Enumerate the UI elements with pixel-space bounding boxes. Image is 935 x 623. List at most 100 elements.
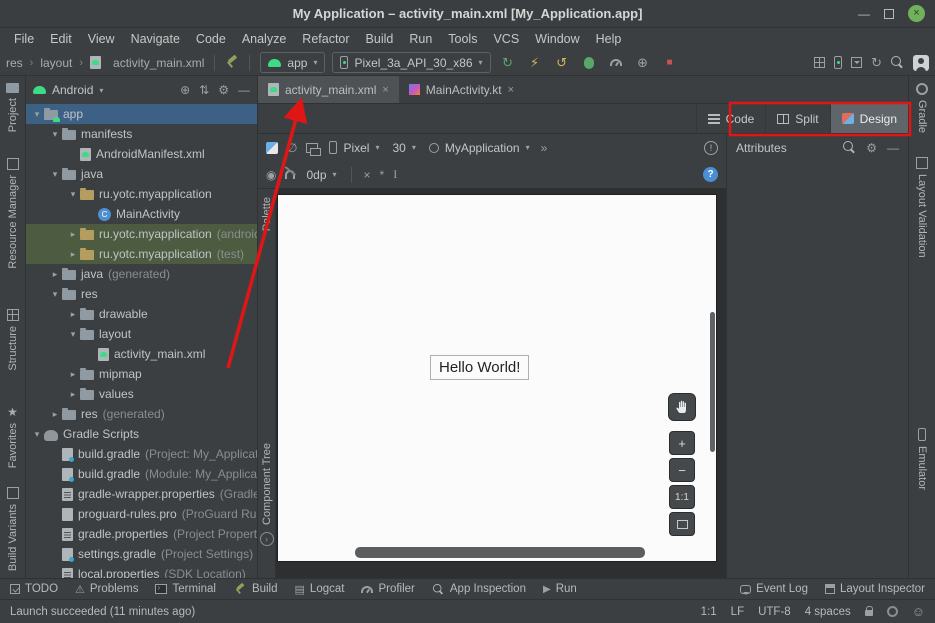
toolwindow-terminal[interactable]: Terminal [155,583,215,595]
toolwindow-run[interactable]: ▶ Run [543,583,577,595]
chevron-collapsed-icon[interactable]: ▸ [66,369,80,380]
tree-item-activity-main-xml[interactable]: activity_main.xml [26,344,257,364]
tree-item-build-gradle-project[interactable]: build.gradle (Project: My_Application) [26,444,257,464]
infer-constraints-icon[interactable]: * [380,168,385,182]
line-separator[interactable]: LF [731,606,744,618]
palette-label[interactable]: Palette [261,197,273,231]
gear-icon[interactable]: ⚙ [218,83,229,97]
build-hammer-icon[interactable] [225,56,239,69]
run-configuration-dropdown[interactable]: app ▾ [260,52,325,73]
chevron-collapsed-icon[interactable]: ▸ [66,249,80,260]
menu-help[interactable]: Help [588,30,630,48]
apply-code-changes-button[interactable]: ↺ [552,53,572,73]
tree-item-proguard-rules[interactable]: proguard-rules.pro (ProGuard Rules for M… [26,504,257,524]
chevron-collapsed-icon[interactable]: ▸ [66,309,80,320]
tab-activity-main-xml[interactable]: activity_main.xml × [258,76,399,103]
theme-dropdown[interactable]: MyApplication ▾ [427,137,532,158]
tree-item-local-properties[interactable]: local.properties (SDK Location) [26,564,257,578]
menu-build[interactable]: Build [358,30,402,48]
apply-changes-button[interactable]: ⚡ [525,53,545,73]
toolwindow-problems[interactable]: ⚠ Problems [75,583,138,596]
menu-vcs[interactable]: VCS [485,30,527,48]
clear-constraints-icon[interactable]: × [364,168,371,182]
chevron-collapsed-icon[interactable]: ▸ [66,389,80,400]
device-manager-icon[interactable] [834,56,842,69]
sdk-manager-icon[interactable] [851,57,862,68]
readonly-lock-icon[interactable] [865,610,873,616]
api-level-dropdown[interactable]: 30 ▾ [390,137,417,158]
chevron-expanded-icon[interactable]: ▾ [48,129,62,140]
zoom-out-button[interactable]: − [669,458,695,482]
help-icon[interactable]: ? [703,167,718,182]
toolwindow-profiler[interactable]: Profiler [361,583,414,595]
tree-item-gradle-wrapper-properties[interactable]: gradle-wrapper.properties (Gradle Versio… [26,484,257,504]
window-grid-icon[interactable] [814,57,825,68]
toolwindow-event-log[interactable]: Event Log [740,583,808,595]
profile-button[interactable] [606,53,626,73]
close-button[interactable]: × [908,5,925,22]
menu-analyze[interactable]: Analyze [234,30,294,48]
sync-project-icon[interactable]: ↻ [871,53,882,73]
tab-mainactivity-kt[interactable]: MainActivity.kt × [399,76,524,103]
tree-item-res-generated[interactable]: ▸ res (generated) [26,404,257,424]
tool-button-layout-validation[interactable]: Layout Validation [916,152,928,263]
mode-design-button[interactable]: Design [830,104,908,133]
tool-button-structure[interactable]: Structure [7,304,19,376]
tree-item-java[interactable]: ▾ java [26,164,257,184]
tree-item-layout[interactable]: ▾ layout [26,324,257,344]
canvas-vertical-scrollbar[interactable] [710,312,715,452]
tool-button-gradle[interactable]: Gradle [916,78,928,138]
device-dropdown[interactable]: Pixel_3a_API_30_x86 ▾ [332,52,490,73]
chevron-expanded-icon[interactable]: ▾ [48,169,62,180]
breadcrumb-res[interactable]: res [6,56,23,70]
toolwindow-layout-inspector[interactable]: Layout Inspector [825,583,925,595]
orientation-icon[interactable] [306,143,318,153]
tool-button-project[interactable]: Project [6,78,19,137]
canvas-horizontal-scrollbar[interactable] [355,547,645,558]
pan-hand-button[interactable] [668,393,696,421]
search-icon[interactable] [843,141,856,154]
chevron-expanded-icon[interactable]: ▾ [30,429,44,440]
stop-button[interactable]: ■ [660,53,680,73]
tree-item-package-androidtest[interactable]: ▸ ru.yotc.myapplication (androidTest) [26,224,257,244]
chevron-collapsed-icon[interactable]: ▸ [66,229,80,240]
tool-button-resource-manager[interactable]: Resource Manager [7,153,19,274]
menu-navigate[interactable]: Navigate [123,30,188,48]
mode-split-button[interactable]: Split [765,104,829,133]
toolwindow-build[interactable]: Build [233,583,278,596]
indent-setting[interactable]: 4 spaces [805,606,851,618]
zoom-reset-button[interactable]: 1:1 [669,485,695,509]
expand-collapse-icon[interactable]: ⇅ [199,83,209,97]
pack-icon[interactable]: I [393,167,397,182]
issue-count-icon[interactable]: ! [704,141,718,155]
chevron-collapsed-icon[interactable]: ▸ [48,269,62,280]
tree-item-package-main[interactable]: ▾ ru.yotc.myapplication [26,184,257,204]
gear-icon[interactable]: ⚙ [866,141,877,155]
hide-panel-icon[interactable]: — [238,83,250,97]
chevron-expanded-icon[interactable]: ▾ [66,189,80,200]
minimize-button[interactable]: — [858,7,870,21]
rerun-button[interactable]: ↻ [498,53,518,73]
chevron-expanded-icon[interactable]: ▾ [48,289,62,300]
zoom-in-button[interactable]: + [669,431,695,455]
menu-file[interactable]: File [6,30,42,48]
menu-tools[interactable]: Tools [440,30,485,48]
close-tab-icon[interactable]: × [508,84,514,96]
locate-file-icon[interactable]: ⊕ [180,83,190,97]
tool-button-favorites[interactable]: ★ Favorites [7,401,19,473]
hide-panel-icon[interactable]: — [887,141,899,155]
tool-button-emulator[interactable]: Emulator [916,423,928,495]
ide-status-smiley-icon[interactable]: ☺ [912,604,925,619]
view-options-eye-icon[interactable]: ◉ [266,168,276,182]
tree-item-java-generated[interactable]: ▸ java (generated) [26,264,257,284]
toolwindow-todo[interactable]: TODO [10,583,58,595]
component-tree-label[interactable]: Component Tree [261,443,273,525]
toolwindow-logcat[interactable]: ▤ Logcat [295,583,345,596]
menu-run[interactable]: Run [401,30,440,48]
project-view-selector[interactable]: Android [52,83,93,97]
tree-item-androidmanifest[interactable]: AndroidManifest.xml [26,144,257,164]
more-actions-icon[interactable]: » [541,141,548,155]
search-everywhere-icon[interactable] [891,56,904,69]
device-screen-preview[interactable]: Hello World! [278,195,716,561]
tree-item-package-test[interactable]: ▸ ru.yotc.myapplication (test) [26,244,257,264]
